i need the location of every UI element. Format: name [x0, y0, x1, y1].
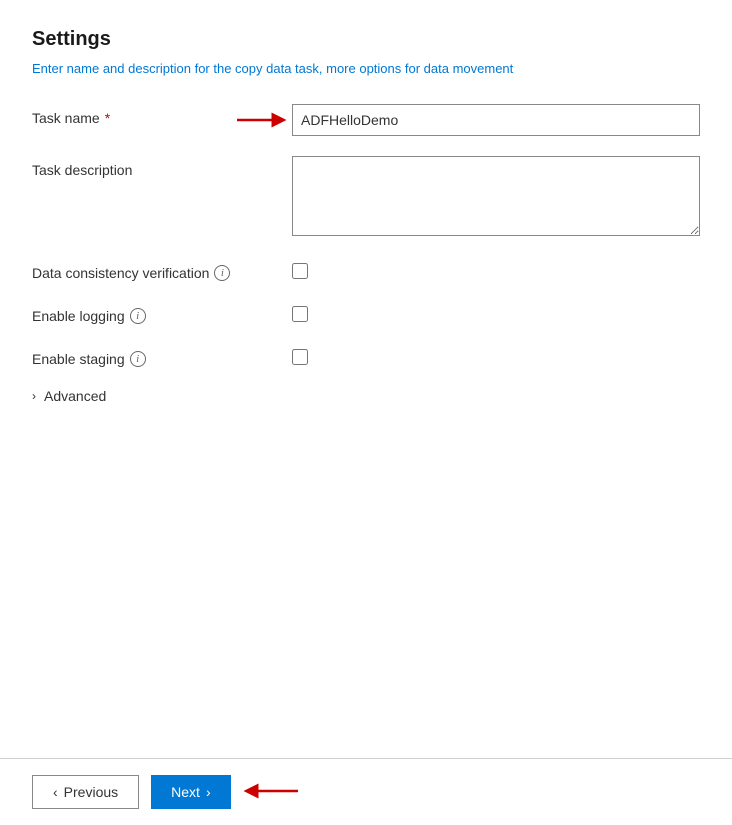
next-arrow-svg — [243, 780, 303, 802]
page-subtitle: Enter name and description for the copy … — [32, 61, 700, 76]
task-name-wrapper — [292, 104, 700, 136]
next-button[interactable]: Next › — [151, 775, 230, 809]
enable-staging-label: Enable staging i — [32, 345, 292, 367]
data-consistency-row: Data consistency verification i — [32, 259, 700, 282]
data-consistency-label: Data consistency verification i — [32, 259, 292, 281]
arrow-svg — [237, 110, 287, 130]
data-consistency-checkbox-wrapper — [292, 259, 700, 282]
enable-logging-row: Enable logging i — [32, 302, 700, 325]
footer: ‹ Previous Next › — [0, 758, 732, 825]
next-button-label: Next — [171, 784, 200, 800]
advanced-label: Advanced — [44, 388, 106, 404]
task-name-arrow-indicator — [237, 110, 287, 130]
enable-logging-label: Enable logging i — [32, 302, 292, 324]
page-container: Settings Enter name and description for … — [0, 0, 732, 825]
task-description-input[interactable] — [292, 156, 700, 236]
enable-logging-checkbox-wrapper — [292, 302, 700, 325]
enable-logging-info-icon[interactable]: i — [130, 308, 146, 324]
task-description-wrapper — [292, 156, 700, 239]
page-title: Settings — [32, 28, 700, 51]
previous-button[interactable]: ‹ Previous — [32, 775, 139, 809]
task-description-label: Task description — [32, 156, 292, 178]
enable-logging-checkbox[interactable] — [292, 306, 308, 322]
advanced-row[interactable]: › Advanced — [32, 388, 700, 404]
data-consistency-info-icon[interactable]: i — [214, 265, 230, 281]
next-arrow-indicator — [243, 780, 303, 805]
data-consistency-checkbox[interactable] — [292, 263, 308, 279]
main-content: Settings Enter name and description for … — [0, 0, 732, 758]
previous-chevron-icon: ‹ — [53, 784, 58, 800]
task-name-input[interactable] — [292, 104, 700, 136]
previous-button-label: Previous — [64, 784, 118, 800]
enable-staging-checkbox-wrapper — [292, 345, 700, 368]
enable-staging-info-icon[interactable]: i — [130, 351, 146, 367]
enable-staging-row: Enable staging i — [32, 345, 700, 368]
required-star: * — [105, 110, 110, 126]
enable-staging-checkbox[interactable] — [292, 349, 308, 365]
task-name-row: Task name * — [32, 104, 700, 136]
advanced-chevron-icon: › — [32, 389, 36, 403]
task-description-row: Task description — [32, 156, 700, 239]
next-chevron-icon: › — [206, 784, 211, 800]
